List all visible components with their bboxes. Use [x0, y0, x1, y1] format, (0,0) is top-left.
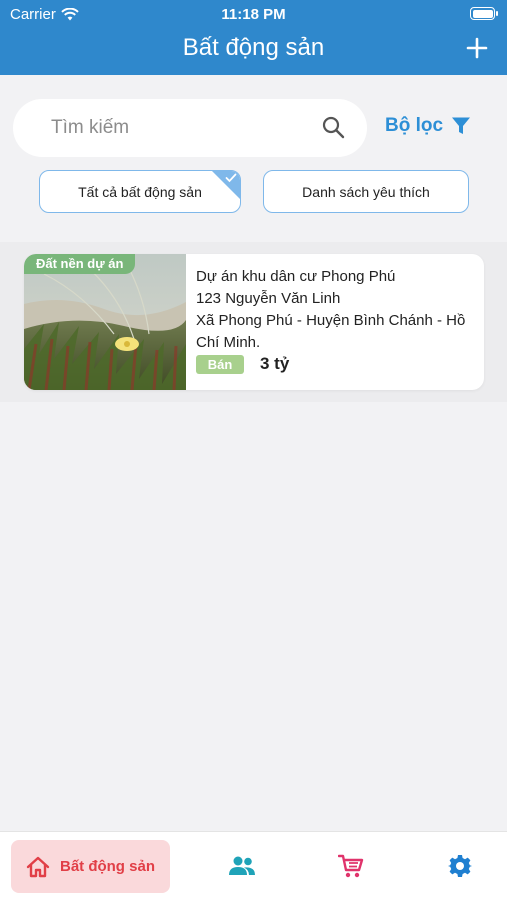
users-icon[interactable] — [228, 856, 256, 876]
home-icon — [26, 856, 50, 877]
search-input[interactable]: Tìm kiếm — [13, 99, 367, 157]
clock: 11:18 PM — [221, 6, 286, 23]
page-title: Bất động sản — [182, 34, 325, 61]
chip-favorites[interactable]: Danh sách yêu thích — [263, 170, 469, 213]
chip-all-properties[interactable]: Tất cả bất động sản — [39, 170, 241, 213]
listing-price: 3 tỷ — [260, 354, 290, 373]
filter-icon — [452, 117, 471, 134]
listing-info: Dự án khu dân cư Phong Phú 123 Nguyễn Vă… — [196, 266, 478, 354]
tab-label: Bất động sản — [59, 858, 155, 875]
listing-street: 123 Nguyễn Văn Linh — [196, 290, 341, 307]
tab-real-estate[interactable]: Bất động sản — [11, 840, 170, 893]
search-icon[interactable] — [321, 115, 345, 139]
top-app-bar: Carrier 11:18 PM Bất động sản — [0, 0, 507, 75]
add-icon[interactable] — [465, 36, 489, 60]
listing-area: Xã Phong Phú - Huyện Bình Chánh - Hồ Chí… — [196, 312, 466, 351]
chip-label: Danh sách yêu thích — [302, 183, 430, 200]
property-category-tag: Đất nền dự án — [24, 254, 136, 274]
cart-icon[interactable] — [338, 853, 364, 879]
price-row: Bán 3 tỷ — [196, 354, 289, 374]
filter-button[interactable]: Bộ lọc — [385, 115, 471, 137]
filter-label: Bộ lọc — [385, 115, 444, 136]
listing-card[interactable]: Đất nền dự án Dự án khu dân cư Phong Phú… — [24, 254, 484, 390]
check-icon — [225, 173, 237, 183]
battery-icon — [470, 7, 498, 20]
sale-badge: Bán — [196, 354, 244, 374]
search-placeholder: Tìm kiếm — [51, 117, 130, 138]
bottom-tab-bar: Bất động sản — [0, 831, 507, 900]
property-photo — [24, 254, 186, 390]
status-bar: Carrier 11:18 PM — [0, 0, 507, 28]
gear-icon[interactable] — [448, 854, 472, 878]
chip-label: Tất cả bất động sản — [78, 183, 202, 200]
listing-title: Dự án khu dân cư Phong Phú — [196, 268, 396, 285]
